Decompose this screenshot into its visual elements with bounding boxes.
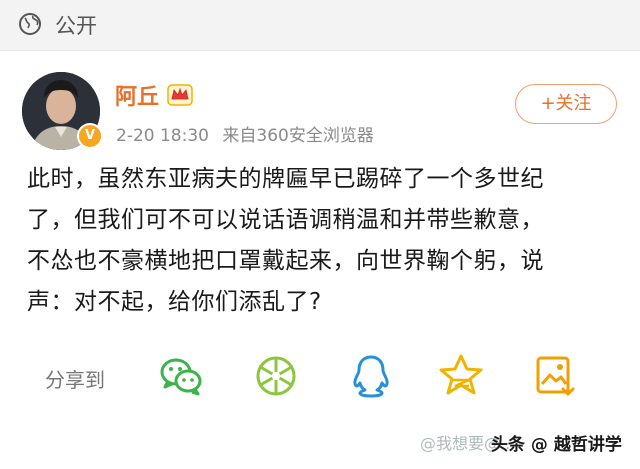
post-timestamp: 2-20 18:30 — [116, 126, 209, 146]
visibility-bar: 公开 — [0, 0, 640, 51]
post-body: 此时，虽然东亚病夫的牌匾早已踢碎了一个多世纪 了，但我们可不可以说话语调稍温和并… — [27, 159, 617, 323]
post-meta: 2-20 18:30 来自360安全浏览器 — [116, 121, 382, 146]
qq-icon[interactable] — [345, 350, 397, 402]
globe-icon — [19, 13, 41, 35]
wechat-icon[interactable] — [155, 350, 207, 402]
verified-badge-icon: V — [77, 123, 103, 149]
qzone-icon[interactable] — [435, 350, 487, 402]
save-image-icon[interactable] — [528, 350, 580, 402]
post-text-line: 了，但我们可不可以说话语调稍温和并带些歉意， — [27, 207, 544, 233]
watermark-source: 头条 @ 越哲讲学 — [491, 435, 622, 455]
share-label: 分享到 — [45, 368, 105, 392]
post-source: 来自360安全浏览器 — [222, 126, 374, 146]
moments-icon[interactable] — [250, 350, 302, 402]
post-text-line: 此时，虽然东亚病夫的牌匾早已踢碎了一个多世纪 — [27, 166, 544, 192]
post-text-line: 不怂也不豪横地把口罩戴起来，向世界鞠个躬，说 — [27, 248, 544, 274]
member-crown-icon — [167, 84, 193, 106]
follow-button[interactable]: +关注 — [515, 84, 617, 124]
post-text-line: 声：对不起，给你们添乱了? — [27, 289, 322, 315]
visibility-label: 公开 — [55, 14, 97, 38]
author-name[interactable]: 阿丘 — [115, 79, 159, 111]
